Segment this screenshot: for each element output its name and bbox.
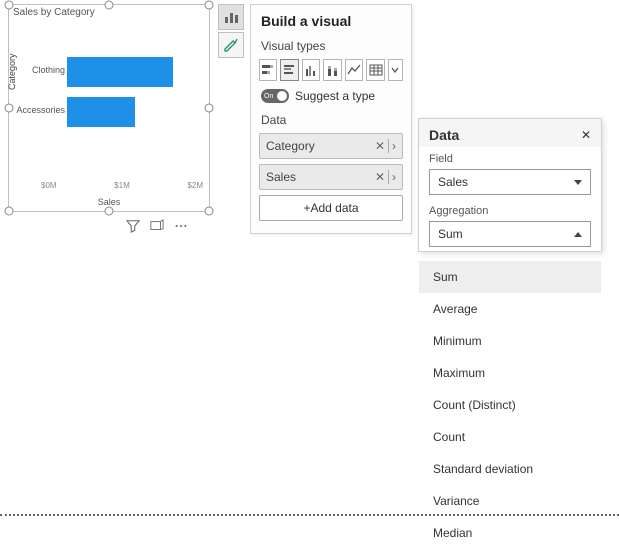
aggregation-option[interactable]: Maximum: [419, 357, 601, 389]
close-icon[interactable]: ✕: [581, 128, 591, 142]
resize-handle[interactable]: [205, 1, 214, 10]
more-options-icon[interactable]: [173, 218, 189, 234]
data-section-label: Data: [251, 109, 411, 131]
field-dropdown[interactable]: Sales: [429, 169, 591, 195]
field-pill-category[interactable]: Category ✕ ›: [259, 133, 403, 159]
aggregation-dropdown-value: Sum: [438, 227, 463, 241]
field-menu-icon[interactable]: ›: [392, 139, 396, 153]
field-pill-sales[interactable]: Sales ✕ ›: [259, 164, 403, 190]
visual-type-stacked-column-icon[interactable]: [323, 59, 341, 81]
visual-type-stacked-bar-icon[interactable]: [259, 59, 277, 81]
resize-handle[interactable]: [105, 1, 114, 10]
aggregation-option-list: Sum Average Minimum Maximum Count (Disti…: [419, 261, 601, 549]
filter-icon[interactable]: [125, 218, 141, 234]
bar[interactable]: [67, 57, 173, 87]
aggregation-option[interactable]: Median: [419, 517, 601, 549]
bar[interactable]: [67, 97, 135, 127]
toggle-label: On: [264, 93, 273, 100]
focus-mode-icon[interactable]: [149, 218, 165, 234]
x-tick: $2M: [187, 181, 203, 190]
x-axis-title: Sales: [9, 197, 209, 207]
data-popup: Data ✕ Field Sales Aggregation Sum Sum A…: [418, 118, 602, 252]
visual-type-clustered-column-icon[interactable]: [302, 59, 320, 81]
resize-handle[interactable]: [5, 1, 14, 10]
chevron-up-icon: [574, 232, 582, 237]
resize-handle[interactable]: [5, 104, 14, 113]
add-data-label: +Add data: [303, 201, 358, 215]
side-tools: [218, 4, 244, 60]
field-pill-label: Category: [266, 139, 315, 153]
visual-types-label: Visual types: [251, 35, 411, 57]
resize-handle[interactable]: [5, 207, 14, 216]
chart-visual[interactable]: Sales by Category Category Clothing Acce…: [8, 4, 210, 212]
bar-label: Clothing: [15, 65, 65, 75]
suggest-type-label: Suggest a type: [295, 89, 375, 103]
aggregation-option[interactable]: Count: [419, 421, 601, 453]
resize-handle[interactable]: [205, 207, 214, 216]
x-tick: $0M: [41, 181, 57, 190]
visual-type-line-icon[interactable]: [345, 59, 363, 81]
remove-field-icon[interactable]: ✕: [375, 170, 385, 184]
aggregation-option[interactable]: Minimum: [419, 325, 601, 357]
field-dropdown-value: Sales: [438, 175, 468, 189]
build-visual-panel: Build a visual Visual types On Suggest a…: [250, 4, 412, 234]
aggregation-option[interactable]: Sum: [419, 261, 601, 293]
field-menu-icon[interactable]: ›: [392, 170, 396, 184]
aggregation-label: Aggregation: [419, 199, 601, 219]
panel-title: Build a visual: [251, 5, 411, 35]
resize-handle[interactable]: [205, 104, 214, 113]
x-axis: $0M $1M $2M: [41, 181, 203, 190]
resize-handle[interactable]: [105, 207, 114, 216]
visual-type-clustered-bar-icon[interactable]: [280, 59, 298, 81]
visual-type-table-icon[interactable]: [366, 59, 384, 81]
bar-label: Accessories: [15, 105, 65, 115]
field-pill-label: Sales: [266, 170, 296, 184]
aggregation-option[interactable]: Variance: [419, 485, 601, 517]
aggregation-option[interactable]: Count (Distinct): [419, 389, 601, 421]
data-popup-title: Data: [429, 127, 459, 143]
visual-types-row: [251, 57, 411, 83]
visual-type-expand-icon[interactable]: [388, 59, 403, 81]
add-data-button[interactable]: +Add data: [259, 195, 403, 221]
remove-field-icon[interactable]: ✕: [375, 139, 385, 153]
build-visual-tab[interactable]: [218, 4, 244, 30]
aggregation-option[interactable]: Average: [419, 293, 601, 325]
suggest-type-toggle[interactable]: On: [261, 89, 289, 103]
aggregation-dropdown[interactable]: Sum: [429, 221, 591, 247]
page-boundary-line: [0, 514, 619, 516]
format-visual-tab[interactable]: [218, 32, 244, 58]
chart-toolbar: [125, 218, 189, 234]
chart-plot-area: Clothing Accessories: [41, 45, 203, 155]
x-tick: $1M: [114, 181, 130, 190]
field-label: Field: [419, 147, 601, 167]
chevron-down-icon: [574, 180, 582, 185]
aggregation-option[interactable]: Standard deviation: [419, 453, 601, 485]
